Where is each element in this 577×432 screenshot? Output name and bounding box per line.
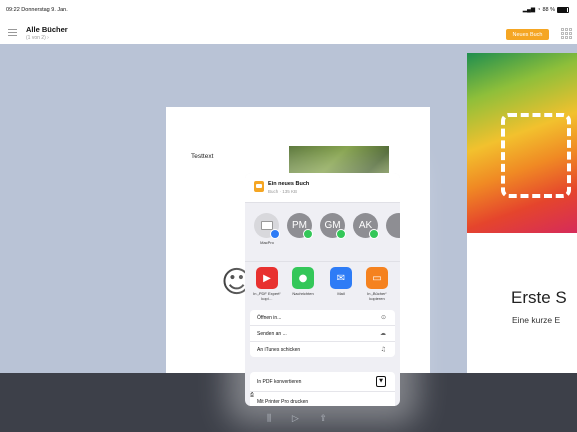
library-icon[interactable]: ⫼ <box>267 414 271 424</box>
action-send-to[interactable]: Senden an ... ☁ <box>250 326 395 342</box>
share-sheet: Ein neues Buch Buch · 135 KB MacPro PM G… <box>245 173 400 406</box>
status-indicators: ▂▄▆ ◔ 88 % <box>523 7 569 13</box>
book-title: Erste S <box>511 288 567 307</box>
action-open-in[interactable]: Öffnen in... ⊙ <box>250 310 395 326</box>
airdrop-target-partial[interactable] <box>386 213 400 238</box>
messages-icon: ● <box>292 267 314 289</box>
app-books[interactable]: ▭ In „Bücher“ kopieren <box>361 267 393 301</box>
share-apps-row: ▶ In „PDF Expert“ kopi… ● Nachrichten ✉ … <box>245 261 400 310</box>
share-actions-list-2: In PDF konvertieren ▼ Mit Printer Pro dr… <box>250 372 395 406</box>
page-textbox[interactable]: Testtext <box>191 153 213 160</box>
pdf-expert-icon: ▶ <box>256 267 278 289</box>
music-icon: ♫ <box>380 346 386 353</box>
computer-icon <box>260 221 273 230</box>
action-convert-pdf[interactable]: In PDF konvertieren ▼ <box>250 372 395 392</box>
more-icon: ⊙ <box>380 314 386 321</box>
printer-icon: ⎙ <box>250 392 255 398</box>
page-counter[interactable]: (1 von 2) › <box>26 35 49 41</box>
books-icon: ▭ <box>366 267 388 289</box>
battery-percent: 88 % <box>542 7 555 13</box>
play-icon[interactable]: ▷ <box>292 414 299 424</box>
airdrop-row: MacPro PM GM AK <box>245 203 400 261</box>
signal-icon: ▂▄▆ <box>522 7 536 13</box>
airdrop-target-gm[interactable]: GM <box>320 213 346 239</box>
toolbar-icons: ⫼ ▷ ⇪ <box>267 414 327 424</box>
share-item-title: Ein neues Buch <box>268 181 310 187</box>
airdrop-target-ak[interactable]: AK <box>353 213 379 239</box>
grid-view-icon[interactable] <box>561 28 572 39</box>
share-sheet-header: Ein neues Buch Buch · 135 KB <box>245 173 400 203</box>
book-page-right[interactable]: Erste S Eine kurze E <box>467 53 577 373</box>
share-icon[interactable]: ⇪ <box>319 414 327 424</box>
action-itunes[interactable]: An iTunes schicken ♫ <box>250 342 395 357</box>
cloud-icon: ☁ <box>380 330 386 337</box>
book-subtitle: Eine kurze E <box>512 315 561 325</box>
airdrop-target-macpro[interactable]: MacPro <box>254 213 280 245</box>
app-messages[interactable]: ● Nachrichten <box>287 267 319 296</box>
pdf-convert-icon: ▼ <box>376 376 386 387</box>
mail-icon: ✉ <box>330 267 352 289</box>
app-pdf-expert[interactable]: ▶ In „PDF Expert“ kopi… <box>251 267 283 301</box>
menu-icon[interactable] <box>8 29 17 36</box>
share-item-subtitle: Buch · 135 KB <box>268 189 298 194</box>
cover-image <box>467 53 577 233</box>
page-title: Alle Bücher <box>26 25 68 34</box>
navigation-bar: Alle Bücher (1 von 2) › <box>0 22 577 45</box>
wifi-icon: ◔ <box>537 7 541 13</box>
battery-icon <box>557 7 569 13</box>
airdrop-target-pm[interactable]: PM <box>287 213 313 239</box>
status-time: 09:22 Donnerstag 9. Jan. <box>6 7 68 13</box>
share-actions-list: Öffnen in... ⊙ Senden an ... ☁ An iTunes… <box>250 310 395 357</box>
status-bar: 09:22 Donnerstag 9. Jan. ▂▄▆ ◔ 88 % <box>0 0 577 22</box>
new-book-button[interactable]: Neues Buch <box>506 29 549 40</box>
action-printer-pro[interactable]: Mit Printer Pro drucken ⎙ <box>250 392 395 406</box>
app-mail[interactable]: ✉ Mail <box>325 267 357 296</box>
cover-dashed-frame <box>501 113 571 198</box>
book-icon <box>254 181 264 192</box>
